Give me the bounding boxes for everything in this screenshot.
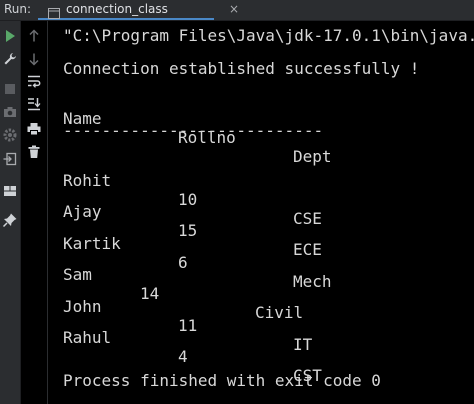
scroll-to-end-icon[interactable] <box>26 96 42 112</box>
tab-connection-class[interactable]: connection_class × <box>38 0 239 20</box>
camera-icon[interactable] <box>2 104 18 120</box>
exit-icon[interactable] <box>2 151 18 167</box>
console-actions-toolbar <box>21 21 48 404</box>
soft-wrap-icon[interactable] <box>26 73 42 89</box>
stop-icon[interactable] <box>2 81 18 97</box>
table-row: John 11 IT <box>48 278 474 354</box>
table-row: Rahul 4 CST <box>48 309 474 385</box>
settings-icon[interactable] <box>2 127 18 143</box>
connection-status-line: Connection established successfully ! <box>63 59 420 78</box>
pin-icon[interactable] <box>2 212 18 228</box>
run-actions-toolbar <box>0 21 21 404</box>
table-row: Ajay 15 ECE <box>48 183 474 259</box>
table-row: Rohit 10 CSE <box>48 152 474 228</box>
tab-label: connection_class <box>66 2 168 16</box>
row-rollno: 4 <box>178 347 188 366</box>
row-name: Rahul <box>63 328 112 347</box>
table-row: Sam 14 Civil <box>48 246 474 322</box>
run-label: Run: <box>4 2 32 16</box>
arrow-down-icon[interactable] <box>26 51 42 67</box>
row-dept: IT <box>293 335 313 354</box>
console-output[interactable]: "C:\Program Files\Java\jdk-17.0.1\bin\ja… <box>48 21 474 404</box>
rerun-icon[interactable] <box>2 28 18 44</box>
command-line: "C:\Program Files\Java\jdk-17.0.1\bin\ja… <box>63 26 474 45</box>
wrench-icon[interactable] <box>2 51 18 67</box>
layout-icon[interactable] <box>2 183 18 199</box>
exit-code-line: Process finished with exit code 0 <box>63 371 381 390</box>
trash-icon[interactable] <box>26 144 42 160</box>
table-header-row: Name Rollno Dept <box>48 90 474 166</box>
run-tab-bar: Run: connection_class × <box>0 0 474 21</box>
separator-line: --------------------------- <box>63 121 324 140</box>
arrow-up-icon[interactable] <box>26 28 42 44</box>
print-icon[interactable] <box>26 121 42 137</box>
run-tool-window: Run: connection_class × "C:\Program File… <box>0 0 474 404</box>
console-tab-icon <box>48 4 60 19</box>
table-row: Kartik 6 Mech <box>48 215 474 291</box>
tab-close-icon[interactable]: × <box>229 2 239 16</box>
